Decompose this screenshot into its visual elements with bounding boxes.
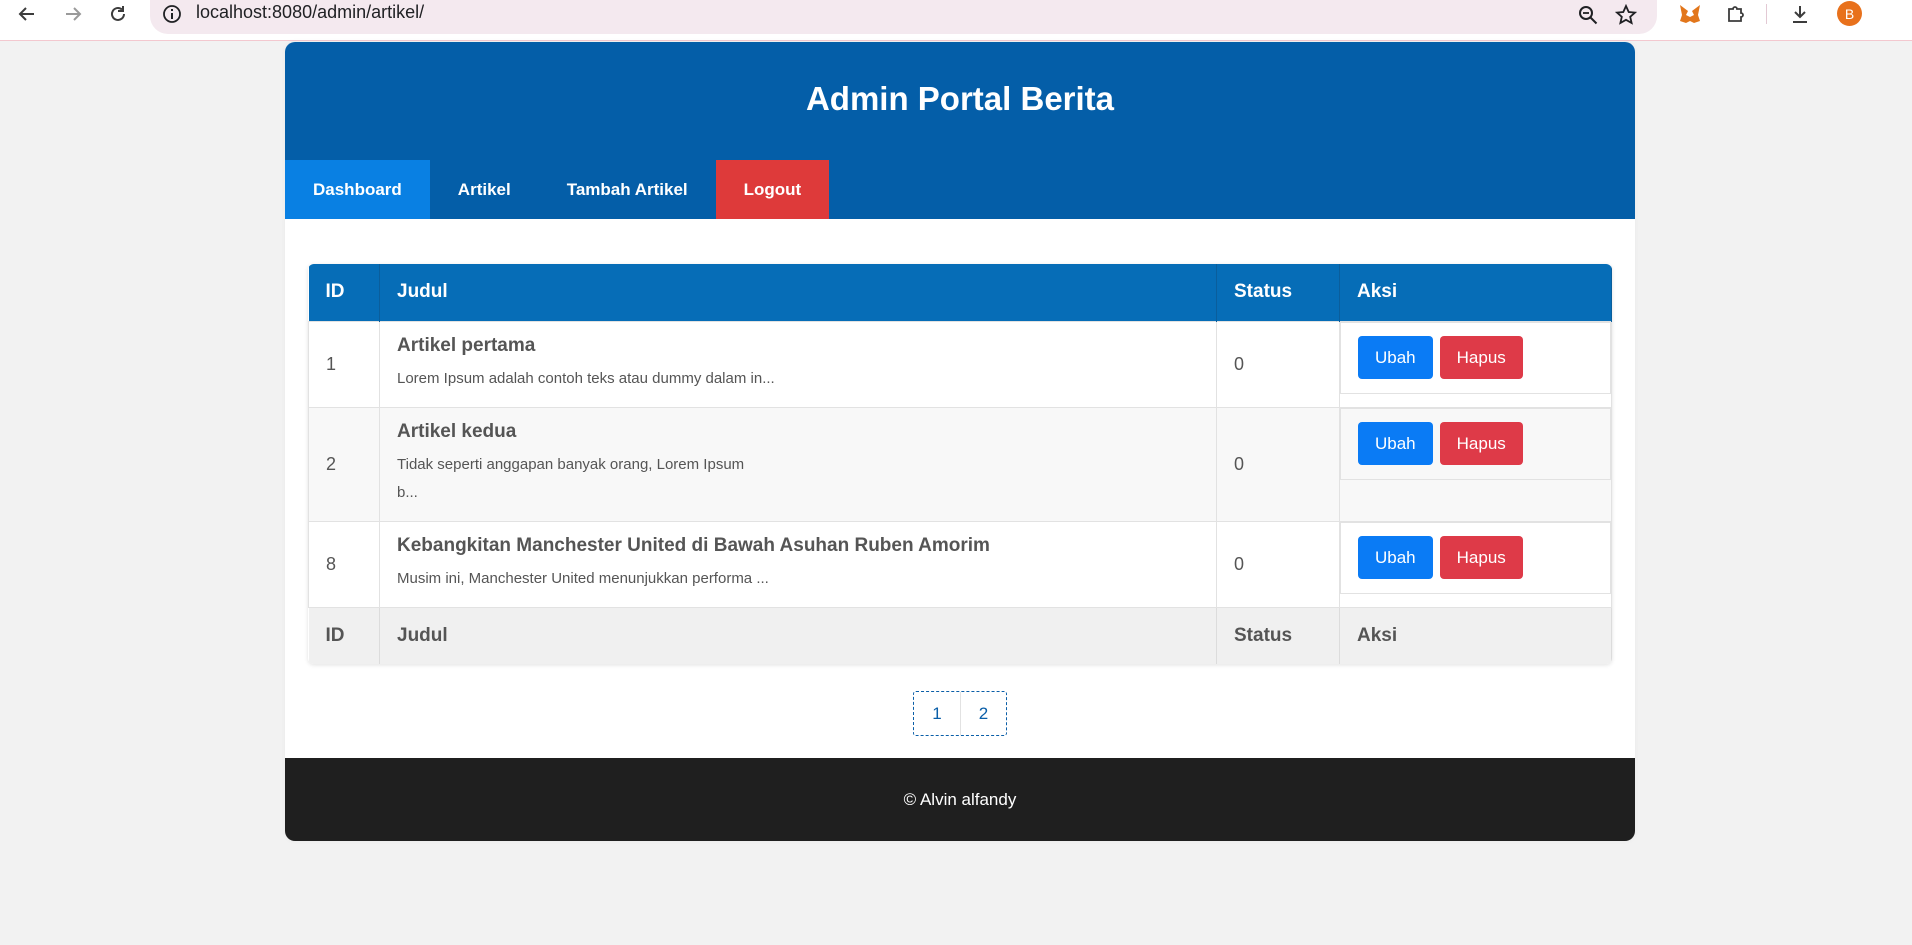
col-footer-status: Status	[1216, 607, 1340, 664]
action-group: Ubah Hapus	[1340, 321, 1611, 394]
main-nav: Dashboard Artikel Tambah Artikel Logout	[285, 160, 830, 219]
col-footer-judul: Judul	[379, 607, 1217, 664]
page-header: Admin Portal Berita Dashboard Artikel Ta…	[285, 42, 1635, 219]
row-judul: Artikel pertama Lorem Ipsum adalah conto…	[379, 320, 1217, 408]
row-status: 0	[1216, 406, 1340, 522]
row-id: 8	[308, 520, 380, 608]
article-title: Artikel pertama	[397, 335, 536, 356]
edit-button[interactable]: Ubah	[1358, 336, 1433, 379]
action-group: Ubah Hapus	[1340, 521, 1611, 594]
metamask-extension-icon[interactable]	[1677, 1, 1703, 27]
pagination: 1 2	[913, 691, 1007, 736]
article-excerpt: Tidak seperti anggapan banyak orang, Lor…	[397, 456, 745, 473]
page-footer: © Alvin alfandy	[285, 758, 1635, 841]
page-title: Admin Portal Berita	[805, 80, 1115, 117]
nav-logout[interactable]: Logout	[715, 160, 830, 219]
page-link-1[interactable]: 1	[914, 692, 960, 735]
toolbar-divider	[1766, 4, 1767, 24]
nav-tambah-artikel[interactable]: Tambah Artikel	[539, 160, 716, 219]
col-header-id: ID	[308, 264, 380, 321]
forward-icon[interactable]	[62, 3, 84, 25]
table-footer-row: ID Judul Status Aksi	[308, 607, 1612, 664]
row-id: 1	[308, 320, 380, 408]
reload-icon[interactable]	[107, 3, 129, 25]
nav-artikel[interactable]: Artikel	[430, 160, 539, 219]
back-icon[interactable]	[16, 3, 38, 25]
delete-button[interactable]: Hapus	[1439, 336, 1523, 379]
download-icon[interactable]	[1787, 1, 1813, 27]
article-title: Artikel kedua	[397, 421, 517, 442]
browser-toolbar: localhost:8080/admin/artikel/ B	[0, 0, 1912, 41]
action-group: Ubah Hapus	[1340, 407, 1611, 480]
row-aksi: Ubah Hapus	[1339, 320, 1612, 408]
row-judul: Kebangkitan Manchester United di Bawah A…	[379, 520, 1217, 608]
admin-page: Admin Portal Berita Dashboard Artikel Ta…	[285, 42, 1635, 841]
table-header-row: ID Judul Status Aksi	[308, 264, 1612, 321]
delete-button[interactable]: Hapus	[1439, 536, 1523, 579]
delete-button[interactable]: Hapus	[1439, 422, 1523, 465]
row-aksi: Ubah Hapus	[1339, 406, 1612, 522]
table-row: 8 Kebangkitan Manchester United di Bawah…	[308, 520, 1612, 608]
address-bar[interactable]: localhost:8080/admin/artikel/	[150, 0, 1657, 34]
profile-avatar[interactable]: B	[1837, 1, 1862, 26]
edit-button[interactable]: Ubah	[1358, 536, 1433, 579]
col-header-status: Status	[1216, 264, 1340, 321]
articles-table: ID Judul Status Aksi 1 Artikel pertama L…	[308, 264, 1612, 664]
col-header-aksi: Aksi	[1339, 264, 1612, 321]
row-status: 0	[1216, 520, 1340, 608]
article-excerpt: Musim ini, Manchester United menunjukkan…	[397, 570, 769, 587]
edit-button[interactable]: Ubah	[1358, 422, 1433, 465]
extensions-puzzle-icon[interactable]	[1723, 1, 1749, 27]
row-aksi: Ubah Hapus	[1339, 520, 1612, 608]
article-title: Kebangkitan Manchester United di Bawah A…	[397, 535, 990, 556]
col-footer-id: ID	[308, 607, 380, 664]
bookmark-star-icon[interactable]	[1614, 3, 1638, 26]
col-footer-aksi: Aksi	[1339, 607, 1612, 664]
row-status: 0	[1216, 320, 1340, 408]
site-info-icon[interactable]	[162, 4, 182, 24]
article-excerpt-continued: b...	[397, 484, 418, 501]
row-judul: Artikel kedua Tidak seperti anggapan ban…	[379, 406, 1217, 522]
zoom-icon[interactable]	[1577, 4, 1599, 26]
col-header-judul: Judul	[379, 264, 1217, 321]
page-link-2[interactable]: 2	[960, 692, 1006, 735]
nav-dashboard[interactable]: Dashboard	[285, 160, 430, 219]
article-excerpt: Lorem Ipsum adalah contoh teks atau dumm…	[397, 370, 775, 387]
address-url[interactable]: localhost:8080/admin/artikel/	[196, 2, 424, 23]
table-row: 2 Artikel kedua Tidak seperti anggapan b…	[308, 406, 1612, 522]
row-id: 2	[308, 406, 380, 522]
table-row: 1 Artikel pertama Lorem Ipsum adalah con…	[308, 320, 1612, 408]
